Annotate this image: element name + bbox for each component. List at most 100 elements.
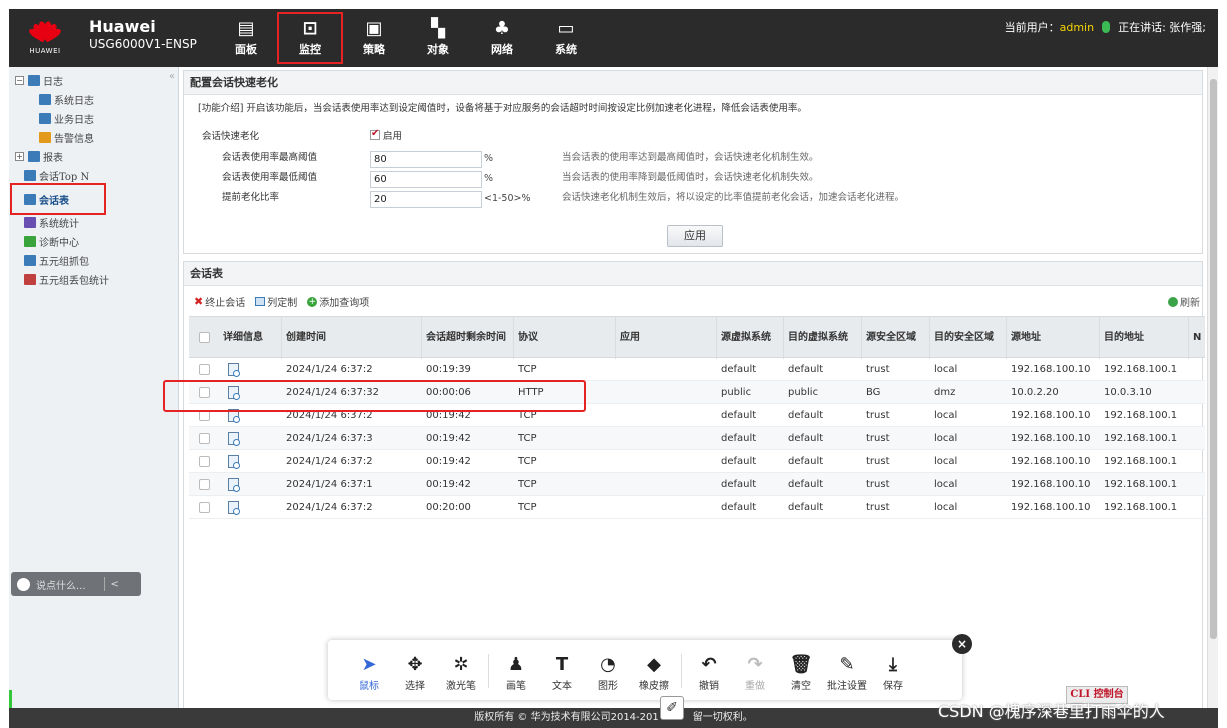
row-checkbox[interactable]	[199, 502, 210, 513]
tree-toggle-icon[interactable]: +	[15, 152, 24, 161]
scrollbar-thumb[interactable]	[1210, 79, 1217, 639]
table-cell: 2024/1/24 6:37:2	[286, 456, 373, 467]
column-header-2[interactable]: 会话超时剩余时间	[422, 317, 514, 359]
threshold-unit-2: <1-50>%	[484, 193, 531, 204]
column-header-3[interactable]: 协议	[514, 317, 616, 359]
table-row[interactable]: 2024/1/24 6:37:3 00:19:42 TCP default defaul…	[189, 427, 1205, 450]
column-header-5[interactable]: 源虚拟系统	[717, 317, 784, 359]
customize-columns-button[interactable]: 列定制	[255, 294, 297, 309]
session-detail-icon[interactable]	[228, 455, 240, 469]
sidebar-item-5[interactable]: 会话Top N	[15, 166, 178, 185]
collapse-sidebar-icon[interactable]: «	[169, 71, 175, 82]
column-header-0[interactable]: 详细信息	[219, 317, 282, 359]
annotation-tool-6[interactable]: ◆ 橡皮擦	[631, 653, 677, 692]
table-row[interactable]: 2024/1/24 6:37:2 00:19:42 TCP default defaul…	[189, 450, 1205, 473]
annotation-tool-4[interactable]: T 文本	[539, 653, 585, 692]
row-checkbox[interactable]	[199, 456, 210, 467]
threshold-label-2: 提前老化比率	[222, 192, 280, 203]
session-detail-icon[interactable]	[228, 432, 240, 446]
column-header-9[interactable]: 源地址	[1007, 317, 1100, 359]
table-row[interactable]: 2024/1/24 6:37:2 00:20:00 TCP default defaul…	[189, 496, 1205, 519]
tree-toggle-icon[interactable]: −	[15, 76, 24, 85]
session-detail-icon[interactable]	[228, 478, 240, 492]
nav-tab-0[interactable]: ▤ 面板	[214, 13, 278, 63]
sidebar-item-4[interactable]: + 报表	[15, 147, 178, 166]
annotation-tool-label: 画笔	[506, 681, 526, 692]
annotation-tool-9[interactable]: 🗑 清空	[778, 653, 824, 692]
session-detail-icon[interactable]	[228, 363, 240, 377]
table-cell: default	[721, 364, 757, 375]
sidebar-item-10[interactable]: 五元组丢包统计	[15, 270, 178, 289]
microphone-icon[interactable]	[1102, 21, 1111, 33]
annotation-highlight	[163, 380, 586, 412]
terminate-session-button[interactable]: ✖ 终止会话	[194, 294, 245, 309]
monitor-icon: ⊡	[302, 17, 318, 39]
column-header-1[interactable]: 创建时间	[282, 317, 422, 359]
current-user[interactable]: admin	[1060, 21, 1094, 34]
sidebar-item-label: 五元组丢包统计	[39, 276, 109, 287]
annotation-tool-1[interactable]: ✥ 选择	[392, 653, 438, 692]
table-cell: default	[721, 479, 757, 490]
user-area: 当前用户： admin 正在讲话: 张作强;	[1005, 19, 1206, 35]
sidebar-item-7[interactable]: 系统统计	[15, 213, 178, 232]
add-query-button[interactable]: + 添加查询项	[307, 294, 369, 309]
annotation-tool-icon: T	[555, 654, 569, 675]
column-header-4[interactable]: 应用	[616, 317, 717, 359]
apply-button[interactable]: 应用	[667, 225, 723, 247]
sidebar-item-1[interactable]: 系统日志	[15, 90, 178, 109]
sidebar-item-0[interactable]: − 日志	[15, 71, 178, 90]
nav-tab-1[interactable]: ⊡ 监控	[277, 12, 343, 64]
table-cell: BG	[866, 387, 881, 398]
nav-tab-2[interactable]: ▣ 策略	[342, 13, 406, 63]
table-cell: default	[788, 479, 824, 490]
nav-tab-4[interactable]: ♣ 网络	[470, 13, 534, 63]
row-checkbox[interactable]	[199, 433, 210, 444]
sidebar-item-9[interactable]: 五元组抓包	[15, 251, 178, 270]
checkbox-checked-icon[interactable]	[370, 128, 380, 140]
annotation-tool-5[interactable]: ◔ 图形	[585, 653, 631, 692]
sidebar-item-3[interactable]: 告警信息	[15, 128, 178, 147]
refresh-button[interactable]: 刷新	[1168, 294, 1200, 309]
threshold-input-2[interactable]: 20	[370, 191, 482, 208]
annotation-tool-7[interactable]: ↶ 撤销	[686, 653, 732, 692]
table-row[interactable]: 2024/1/24 6:37:1 00:19:42 TCP default defaul…	[189, 473, 1205, 496]
threshold-input-0[interactable]: 80	[370, 151, 482, 168]
threshold-input-1[interactable]: 60	[370, 171, 482, 188]
chat-collapse-button[interactable]: <	[111, 579, 119, 590]
column-header-11[interactable]: N	[1189, 317, 1209, 359]
tree-node-icon	[28, 151, 40, 162]
annotation-tool-2[interactable]: ✲ 激光笔	[438, 653, 484, 692]
enable-checkbox[interactable]: 启用	[370, 128, 402, 142]
annotation-tool-3[interactable]: ♟ 画笔	[493, 653, 539, 692]
annotation-pen-icon[interactable]: ✐	[660, 696, 684, 720]
annotation-tool-icon: ◆	[647, 654, 661, 675]
table-cell: 192.168.100.1	[1104, 364, 1178, 375]
sidebar-item-label: 会话Top N	[39, 172, 90, 183]
column-header-6[interactable]: 目的虚拟系统	[784, 317, 862, 359]
table-cell: default	[788, 410, 824, 421]
row-checkbox[interactable]	[199, 479, 210, 490]
close-toolbar-button[interactable]: ×	[952, 634, 972, 654]
annotation-toolbar: × ➤ 鼠标 ✥ 选择 ✲ 激光笔 ♟ 画笔 T 文本 ◔ 图形 ◆ 橡皮擦 ↶ 撤销 ↷ 重做 🗑 清空 ✎ 批注设置 ⤓…	[328, 634, 972, 700]
chat-box[interactable]: 说点什么... <	[11, 572, 141, 596]
tree-node-icon	[28, 75, 40, 86]
annotation-tool-11[interactable]: ⤓ 保存	[870, 653, 916, 692]
column-header-10[interactable]: 目的地址	[1100, 317, 1189, 359]
nav-tab-3[interactable]: ▚ 对象	[406, 13, 470, 63]
table-row[interactable]: 2024/1/24 6:37:2 00:19:39 TCP default defaul…	[189, 358, 1205, 381]
annotation-tool-10[interactable]: ✎ 批注设置	[824, 653, 870, 692]
column-header-8[interactable]: 目的安全区域	[930, 317, 1007, 359]
column-header-7[interactable]: 源安全区域	[862, 317, 930, 359]
nav-tab-5[interactable]: ▭ 系统	[534, 13, 598, 63]
row-checkbox[interactable]	[199, 364, 210, 375]
main-scrollbar[interactable]	[1207, 67, 1218, 708]
sidebar-item-2[interactable]: 业务日志	[15, 109, 178, 128]
tree-node-icon	[24, 193, 36, 205]
sidebar-item-8[interactable]: 诊断中心	[15, 232, 178, 251]
session-detail-icon[interactable]	[228, 501, 240, 515]
annotation-tool-0[interactable]: ➤ 鼠标	[346, 653, 392, 692]
sidebar-item-6[interactable]: 会话表	[10, 183, 106, 215]
table-cell	[616, 427, 717, 450]
table-cell	[616, 496, 717, 519]
select-all-checkbox[interactable]	[199, 332, 210, 343]
